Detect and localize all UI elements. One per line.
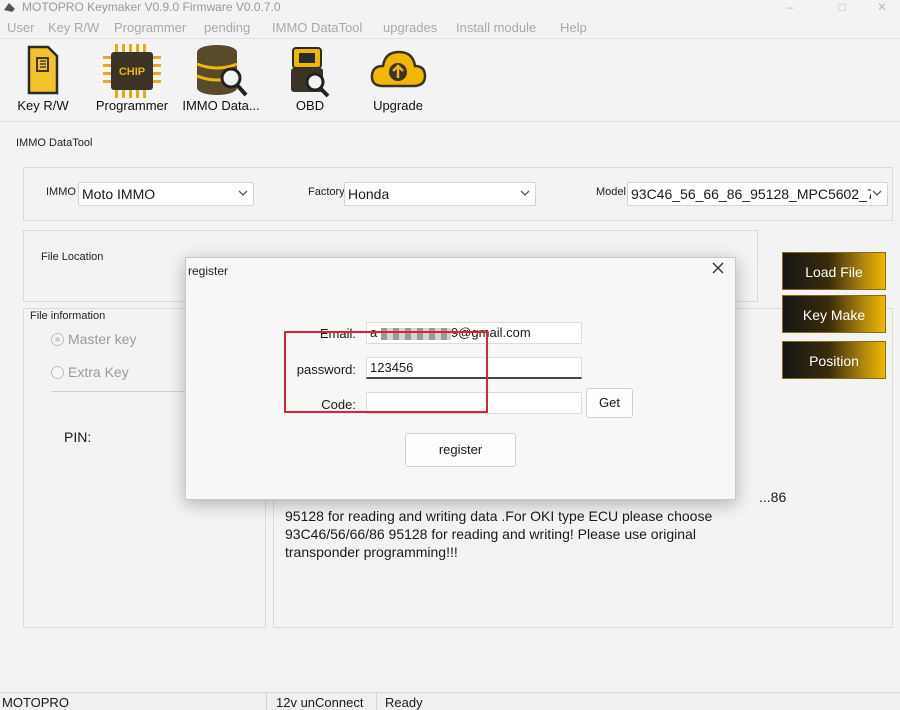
key-make-button[interactable]: Key Make [782,295,886,333]
file-location-label: File Location [41,251,104,263]
status-divider [376,693,377,710]
master-key-radio[interactable] [51,333,64,346]
selector-panel: IMMO Moto IMMO Factory Honda Model 93C46… [23,167,893,221]
load-file-button[interactable]: Load File [782,252,886,290]
window-title: MOTOPRO Keymaker V0.9.0 Firmware V0.0.7.… [22,0,281,14]
get-button[interactable]: Get [586,388,633,418]
register-button[interactable]: register [405,433,516,467]
immo-select-value: Moto IMMO [82,186,156,202]
menu-programmer[interactable]: Programmer [114,20,186,35]
close-window-button[interactable]: ✕ [862,0,900,16]
section-title: IMMO DataTool [16,137,93,149]
programmer-label: Programmer [95,98,169,113]
immo-select[interactable]: Moto IMMO [78,182,254,206]
position-button[interactable]: Position [782,341,886,379]
chip-icon: CHIP [103,44,161,98]
factory-select[interactable]: Honda [344,182,536,206]
file-information-label: File information [30,310,106,322]
dialog-title: register [188,264,229,278]
extra-key-label: Extra Key [68,364,129,380]
info-line: 95128 for reading and writing data .For … [285,508,713,524]
factory-label: Factory [308,186,345,198]
key-card-icon [27,45,59,95]
database-search-icon [196,45,248,97]
menu-install-module[interactable]: Install module [456,20,536,35]
model-select-value: 93C46_56_66_86_95128_MPC5602_7 [631,186,871,202]
key-rw-tool-button[interactable]: Key R/W [10,40,76,120]
divider [51,391,201,392]
menu-help[interactable]: Help [560,20,587,35]
obd-tool-button[interactable]: OBD [278,40,342,120]
programmer-tool-button[interactable]: CHIP Programmer [90,40,174,120]
upgrade-label: Upgrade [373,98,423,113]
status-app: MOTOPRO [2,695,69,710]
immo-data-label: IMMO Data... [182,98,260,113]
menu-key-rw[interactable]: Key R/W [48,20,99,35]
menu-bar: User Key R/W Programmer pending IMMO Dat… [0,17,900,39]
chip-icon-text: CHIP [119,66,145,78]
upgrade-tool-button[interactable]: Upgrade [362,40,434,120]
extra-key-radio[interactable] [51,366,64,379]
status-state: Ready [385,695,423,710]
key-rw-label: Key R/W [17,98,69,113]
title-bar: MOTOPRO Keymaker V0.9.0 Firmware V0.0.7.… [0,0,900,16]
menu-pending[interactable]: pending [204,20,250,35]
minimize-button[interactable]: – [770,0,810,16]
immo-label: IMMO [46,186,76,198]
maximize-button[interactable]: □ [822,0,862,16]
immo-data-tool-button[interactable]: IMMO Data... [178,40,264,120]
menu-immo-datatool[interactable]: IMMO DataTool [272,20,362,35]
info-text: 95128 for reading and writing data .For … [285,507,885,561]
model-select[interactable]: 93C46_56_66_86_95128_MPC5602_7 [627,182,888,206]
obd-label: OBD [295,98,325,113]
menu-upgrades[interactable]: upgrades [383,20,437,35]
cloud-upload-icon [370,50,427,88]
info-line: transponder programming!!! [285,544,458,560]
toolbar: Key R/W CHIP Programmer IMMO Data... OBD… [0,40,900,122]
highlight-box [284,331,488,413]
status-connection: 12v unConnect [276,695,364,710]
obd-scanner-icon [291,47,330,98]
pin-label: PIN: [64,429,92,445]
factory-select-value: Honda [348,186,390,202]
app-icon [4,3,15,12]
status-bar: MOTOPRO 12v unConnect Ready [0,692,900,710]
model-label: Model [596,186,626,198]
master-key-label: Master key [68,331,137,347]
chevron-down-icon [520,190,530,196]
chevron-down-icon [872,190,882,196]
info-line: 93C46/56/66/86 95128 for reading and wri… [285,526,696,542]
menu-user[interactable]: User [7,20,34,35]
chevron-down-icon [238,190,248,196]
register-dialog: register Email: a 9@gmail.com password: … [185,257,736,500]
close-icon[interactable] [711,261,725,275]
info-text-partial: ...86 [759,489,787,505]
status-divider [266,693,267,710]
